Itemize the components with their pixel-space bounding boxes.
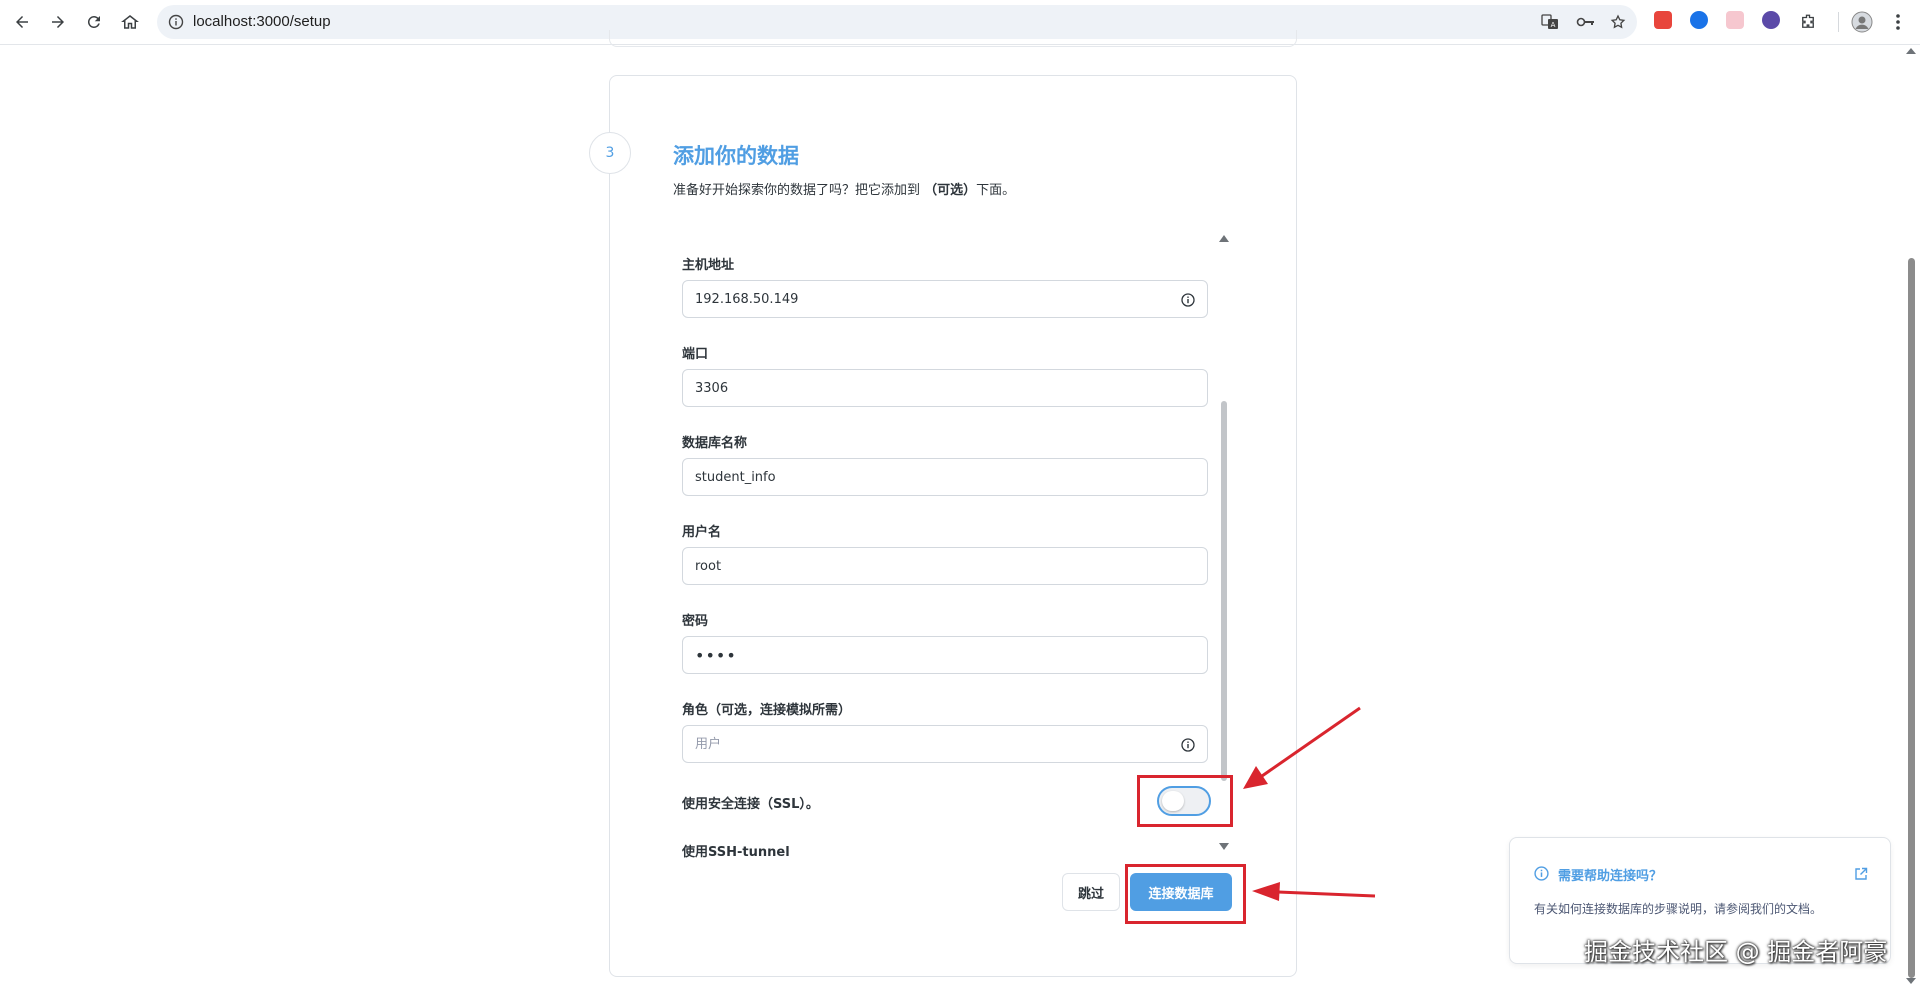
step-number-badge: 3: [589, 132, 631, 174]
toolbar-divider: [1838, 12, 1839, 32]
role-label: 角色（可选，连接模拟所需）: [682, 703, 852, 718]
bookmark-star-icon[interactable]: [1610, 14, 1626, 30]
help-title-link[interactable]: 需要帮助连接吗？: [1558, 865, 1662, 884]
external-link-icon[interactable]: [1854, 866, 1868, 880]
info-icon[interactable]: [1181, 292, 1195, 307]
home-icon[interactable]: [118, 10, 142, 34]
extension-pink-icon[interactable]: [1726, 11, 1744, 29]
username-field[interactable]: [682, 547, 1208, 585]
ssl-label: 使用安全连接（SSL）。: [682, 797, 819, 812]
password-key-icon[interactable]: [1576, 14, 1594, 30]
host-input[interactable]: [683, 281, 1207, 317]
username-input[interactable]: [683, 548, 1207, 584]
forward-icon[interactable]: [46, 10, 70, 34]
role-input[interactable]: [683, 726, 1207, 762]
watermark-text: 掘金技术社区 @ 掘金者阿豪: [1584, 938, 1888, 966]
dbname-label: 数据库名称: [682, 436, 748, 451]
annotation-box-connect-button: [1125, 864, 1246, 924]
password-input[interactable]: [683, 637, 1207, 673]
window-scroll-up-icon[interactable]: [1906, 48, 1916, 54]
window-scroll-down-icon[interactable]: [1906, 978, 1916, 984]
step-subtitle: 准备好开始探索你的数据了吗？把它添加到 （可选）下面。: [673, 179, 1015, 198]
port-label: 端口: [682, 347, 709, 362]
info-icon[interactable]: [1181, 737, 1195, 752]
role-field[interactable]: [682, 725, 1208, 763]
window-scrollbar-thumb[interactable]: [1908, 258, 1915, 978]
skip-button[interactable]: 跳过: [1062, 873, 1120, 911]
extensions-icon[interactable]: [1796, 10, 1820, 34]
username-label: 用户名: [682, 525, 722, 540]
url-text[interactable]: localhost:3000/setup: [193, 13, 331, 30]
help-info-icon: [1534, 866, 1550, 882]
translate-icon[interactable]: A: [1541, 14, 1558, 30]
password-label: 密码: [682, 614, 709, 629]
ssh-tunnel-label: 使用SSH-tunnel: [682, 845, 790, 860]
menu-icon[interactable]: [1886, 10, 1910, 34]
host-label: 主机地址: [682, 258, 735, 273]
port-input[interactable]: [683, 370, 1207, 406]
host-field[interactable]: [682, 280, 1208, 318]
help-description: 有关如何连接数据库的步骤说明，请参阅我们的文档。: [1534, 902, 1823, 916]
site-info-icon[interactable]: [168, 14, 184, 30]
form-scrollbar-thumb[interactable]: [1221, 401, 1227, 781]
profile-icon[interactable]: [1850, 10, 1874, 34]
extension-blue-icon[interactable]: [1690, 11, 1708, 29]
scroll-down-arrow-icon[interactable]: [1219, 843, 1229, 850]
subtitle-optional: （可选）: [924, 183, 977, 198]
dbname-input[interactable]: [683, 459, 1207, 495]
extension-purple-icon[interactable]: [1762, 11, 1780, 29]
back-icon[interactable]: [10, 10, 34, 34]
subtitle-suffix: 下面。: [976, 183, 1016, 198]
step-title: 添加你的数据: [673, 144, 799, 168]
subtitle-prefix: 准备好开始探索你的数据了吗？把它添加到: [673, 183, 921, 198]
previous-step-card: [609, 30, 1297, 47]
password-field[interactable]: [682, 636, 1208, 674]
reload-icon[interactable]: [82, 10, 106, 34]
dbname-field[interactable]: [682, 458, 1208, 496]
annotation-box-ssl-toggle: [1137, 775, 1233, 827]
extension-red-icon[interactable]: [1654, 11, 1672, 29]
port-field[interactable]: [682, 369, 1208, 407]
svg-text:A: A: [1551, 21, 1556, 29]
